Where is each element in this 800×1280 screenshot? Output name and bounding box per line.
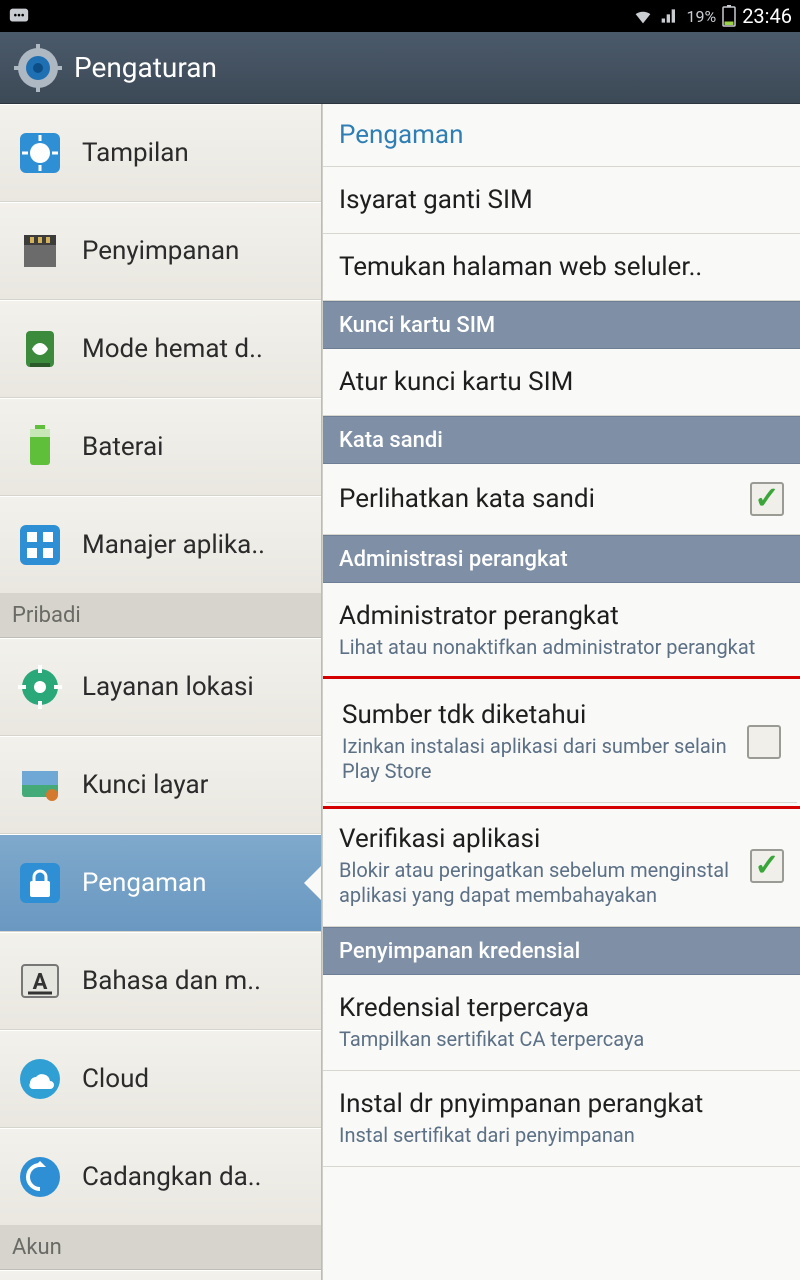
sidebar-item-label: Kunci layar [82,770,208,800]
sidebar-item-pengaman[interactable]: Pengaman [0,834,321,932]
sidebar-item-tampilan[interactable]: Tampilan [0,104,321,202]
status-bar: 19% 23:46 [0,0,800,32]
content-page-title-row: Pengaman [323,104,800,167]
row-subtitle: Tampilkan sertifikat CA terpercaya [339,1027,784,1052]
row-title: Isyarat ganti SIM [339,185,784,215]
sidebar-item-label: Layanan lokasi [82,672,254,702]
sidebar-item-label: Baterai [82,432,163,462]
battery-icon [12,419,68,475]
row-title: Kredensial terpercaya [339,993,784,1023]
sidebar-item-label: Mode hemat d.. [82,334,263,364]
section-sim-lock: Kunci kartu SIM [323,301,800,349]
verify-apps-checkbox[interactable] [750,849,784,883]
app-header: Pengaturan [0,32,800,104]
sidebar-item-label: Pengaman [82,868,206,898]
settings-gear-icon [14,44,62,92]
display-icon [12,125,68,181]
row-title: Administrator perangkat [339,601,784,631]
signal-icon [660,6,680,26]
row-subtitle: Lihat atau nonaktifkan administrator per… [339,635,784,660]
row-title: Sumber tdk diketahui [342,700,735,730]
sidebar-item-label: Penyimpanan [82,236,239,266]
battery-icon [722,5,736,27]
sidebar-item-bbm[interactable]: BBM [0,1270,321,1280]
sidebar-item-label: Tampilan [82,138,189,168]
svg-text:A: A [33,970,48,995]
page-title: Pengaman [339,120,784,150]
settings-content: Pengaman Isyarat ganti SIM Temukan halam… [322,104,800,1280]
section-password: Kata sandi [323,416,800,464]
sidebar-item-bahasa[interactable]: A Bahasa dan m.. [0,932,321,1030]
show-password-checkbox[interactable] [750,482,784,516]
battery-percent: 19% [686,7,716,26]
row-subtitle: Instal sertifikat dari penyimpanan [339,1123,784,1148]
cloud-icon [12,1051,68,1107]
sidebar-item-lokasi[interactable]: Layanan lokasi [0,638,321,736]
sidebar-section-pribadi: Pribadi [0,594,321,638]
lockscreen-icon [12,757,68,813]
row-title: Temukan halaman web seluler.. [339,252,784,282]
power-save-icon [12,321,68,377]
settings-sidebar: Tampilan Penyimpanan Mode hemat d.. Bate… [0,104,322,1280]
sidebar-item-hemat[interactable]: Mode hemat d.. [0,300,321,398]
section-credential-storage: Penyimpanan kredensial [323,927,800,975]
sidebar-item-label: Cadangkan da.. [82,1162,261,1192]
row-set-sim-lock[interactable]: Atur kunci kartu SIM [323,349,800,416]
status-clock: 23:46 [742,4,792,28]
row-verify-apps[interactable]: Verifikasi aplikasi Blokir atau peringat… [323,806,800,927]
sidebar-item-kunci-layar[interactable]: Kunci layar [0,736,321,834]
bbm-status-icon [8,5,30,27]
row-show-password[interactable]: Perlihatkan kata sandi [323,464,800,535]
storage-icon [12,223,68,279]
language-icon: A [12,953,68,1009]
sidebar-item-penyimpanan[interactable]: Penyimpanan [0,202,321,300]
row-trusted-credentials[interactable]: Kredensial terpercaya Tampilkan sertifik… [323,975,800,1071]
sidebar-item-cadangkan[interactable]: Cadangkan da.. [0,1128,321,1226]
sidebar-item-baterai[interactable]: Baterai [0,398,321,496]
app-title: Pengaturan [74,51,217,84]
sidebar-item-cloud[interactable]: Cloud [0,1030,321,1128]
row-title: Instal dr pnyimpanan perangkat [339,1089,784,1119]
sidebar-item-label: Manajer aplika.. [82,530,265,560]
row-subtitle: Blokir atau peringatkan sebelum menginst… [339,858,738,908]
row-install-from-storage[interactable]: Instal dr pnyimpanan perangkat Instal se… [323,1071,800,1167]
unknown-sources-checkbox[interactable] [747,725,781,759]
row-device-admin[interactable]: Administrator perangkat Lihat atau nonak… [323,583,800,679]
wifi-icon [632,5,654,27]
row-unknown-sources[interactable]: Sumber tdk diketahui Izinkan instalasi a… [326,682,797,803]
highlight-unknown-sources: Sumber tdk diketahui Izinkan instalasi a… [322,676,800,809]
row-title: Verifikasi aplikasi [339,824,738,854]
sidebar-item-label: Bahasa dan m.. [82,966,261,996]
row-title: Perlihatkan kata sandi [339,484,738,514]
apps-icon [12,517,68,573]
sidebar-section-akun: Akun [0,1226,321,1270]
backup-icon [12,1149,68,1205]
row-subtitle: Izinkan instalasi aplikasi dari sumber s… [342,734,735,784]
sidebar-item-label: Cloud [82,1064,149,1094]
lock-icon [12,855,68,911]
row-find-mobile-web[interactable]: Temukan halaman web seluler.. [323,234,800,301]
sidebar-item-aplikasi[interactable]: Manajer aplika.. [0,496,321,594]
section-device-admin: Administrasi perangkat [323,535,800,583]
row-sim-alert[interactable]: Isyarat ganti SIM [323,167,800,234]
row-title: Atur kunci kartu SIM [339,367,784,397]
location-icon [12,659,68,715]
